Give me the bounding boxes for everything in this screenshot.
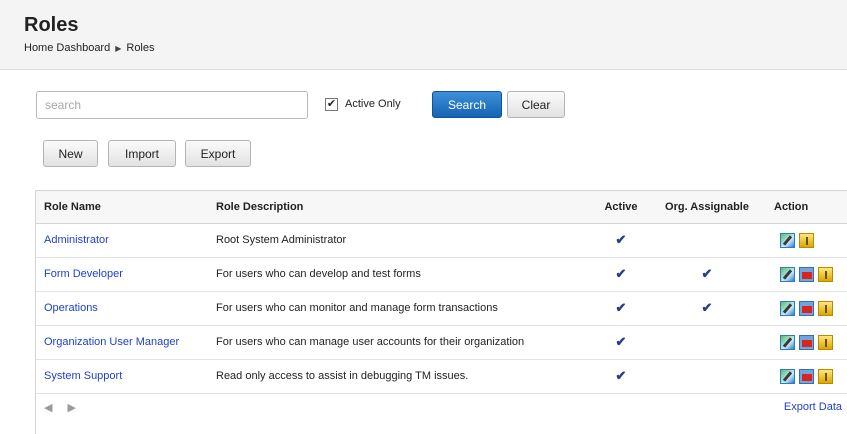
table-row: Administrator Root System Administrator …	[36, 223, 847, 258]
delete-icon[interactable]	[799, 300, 814, 316]
table-row: Organization User Manager For users who …	[36, 325, 847, 360]
column-header-role-name[interactable]: Role Name	[36, 191, 208, 224]
breadcrumb-separator-icon: ▶	[115, 43, 122, 53]
role-name-link[interactable]: Form Developer	[36, 257, 208, 292]
delete-icon[interactable]	[799, 368, 814, 384]
edit-icon[interactable]	[780, 368, 795, 384]
edit-icon[interactable]	[780, 266, 795, 282]
role-description: Read only access to assist in debugging …	[208, 359, 594, 394]
org-assignable-check-icon: ✔	[648, 291, 766, 326]
action-cell	[766, 325, 847, 360]
new-button[interactable]: New	[43, 140, 98, 167]
roles-table: Role Name Role Description Active Org. A…	[35, 190, 847, 434]
import-button[interactable]: Import	[108, 140, 176, 167]
breadcrumb-current: Roles	[126, 42, 155, 54]
action-cell	[766, 359, 847, 394]
info-icon[interactable]	[799, 232, 814, 248]
role-name-link[interactable]: System Support	[36, 359, 208, 394]
page-header: Roles Home Dashboard ▶ Roles	[0, 0, 847, 70]
info-icon[interactable]	[818, 334, 833, 350]
search-input[interactable]	[36, 91, 308, 119]
table-row: Form Developer For users who can develop…	[36, 257, 847, 292]
info-icon[interactable]	[818, 300, 833, 316]
edit-icon[interactable]	[780, 334, 795, 350]
edit-icon[interactable]	[780, 300, 795, 316]
column-header-org-assignable[interactable]: Org. Assignable	[648, 191, 766, 224]
active-check-icon: ✔	[594, 257, 648, 292]
active-only-label: Active Only	[345, 98, 401, 110]
page-title: Roles	[24, 14, 79, 36]
active-only-checkbox[interactable]: ✔	[325, 97, 338, 111]
active-check-icon: ✔	[594, 223, 648, 258]
info-icon[interactable]	[818, 368, 833, 384]
column-header-action: Action	[766, 191, 847, 224]
org-assignable-cell	[648, 325, 766, 360]
org-assignable-cell	[648, 359, 766, 394]
role-description: For users who can monitor and manage for…	[208, 291, 594, 326]
role-description: For users who can develop and test forms	[208, 257, 594, 292]
breadcrumb: Home Dashboard ▶ Roles	[24, 42, 155, 54]
clear-button[interactable]: Clear	[507, 91, 565, 118]
role-name-link[interactable]: Organization User Manager	[36, 325, 208, 360]
action-cell	[766, 223, 847, 258]
active-only-toggle[interactable]: ✔ Active Only	[325, 94, 401, 114]
action-cell	[766, 291, 847, 326]
role-name-link[interactable]: Operations	[36, 291, 208, 326]
info-icon[interactable]	[818, 266, 833, 282]
export-data-link[interactable]: Export Data	[766, 393, 847, 421]
table-row: System Support Read only access to assis…	[36, 359, 847, 394]
active-check-icon: ✔	[594, 291, 648, 326]
pager-arrows-icon[interactable]: ◀ ▶	[36, 393, 208, 421]
org-assignable-cell	[648, 223, 766, 258]
delete-icon[interactable]	[799, 266, 814, 282]
column-header-role-description[interactable]: Role Description	[208, 191, 594, 224]
action-cell	[766, 257, 847, 292]
table-footer-row: ◀ ▶ Export Data	[36, 393, 847, 421]
table-header-row: Role Name Role Description Active Org. A…	[36, 191, 847, 224]
org-assignable-check-icon: ✔	[648, 257, 766, 292]
search-button[interactable]: Search	[432, 91, 502, 118]
table-row: Operations For users who can monitor and…	[36, 291, 847, 326]
export-button[interactable]: Export	[185, 140, 251, 167]
breadcrumb-home-link[interactable]: Home Dashboard	[24, 42, 110, 54]
column-header-active[interactable]: Active	[594, 191, 648, 224]
active-check-icon: ✔	[594, 359, 648, 394]
role-description: Root System Administrator	[208, 223, 594, 258]
role-description: For users who can manage user accounts f…	[208, 325, 594, 360]
delete-icon[interactable]	[799, 334, 814, 350]
active-check-icon: ✔	[594, 325, 648, 360]
role-name-link[interactable]: Administrator	[36, 223, 208, 258]
edit-icon[interactable]	[780, 232, 795, 248]
